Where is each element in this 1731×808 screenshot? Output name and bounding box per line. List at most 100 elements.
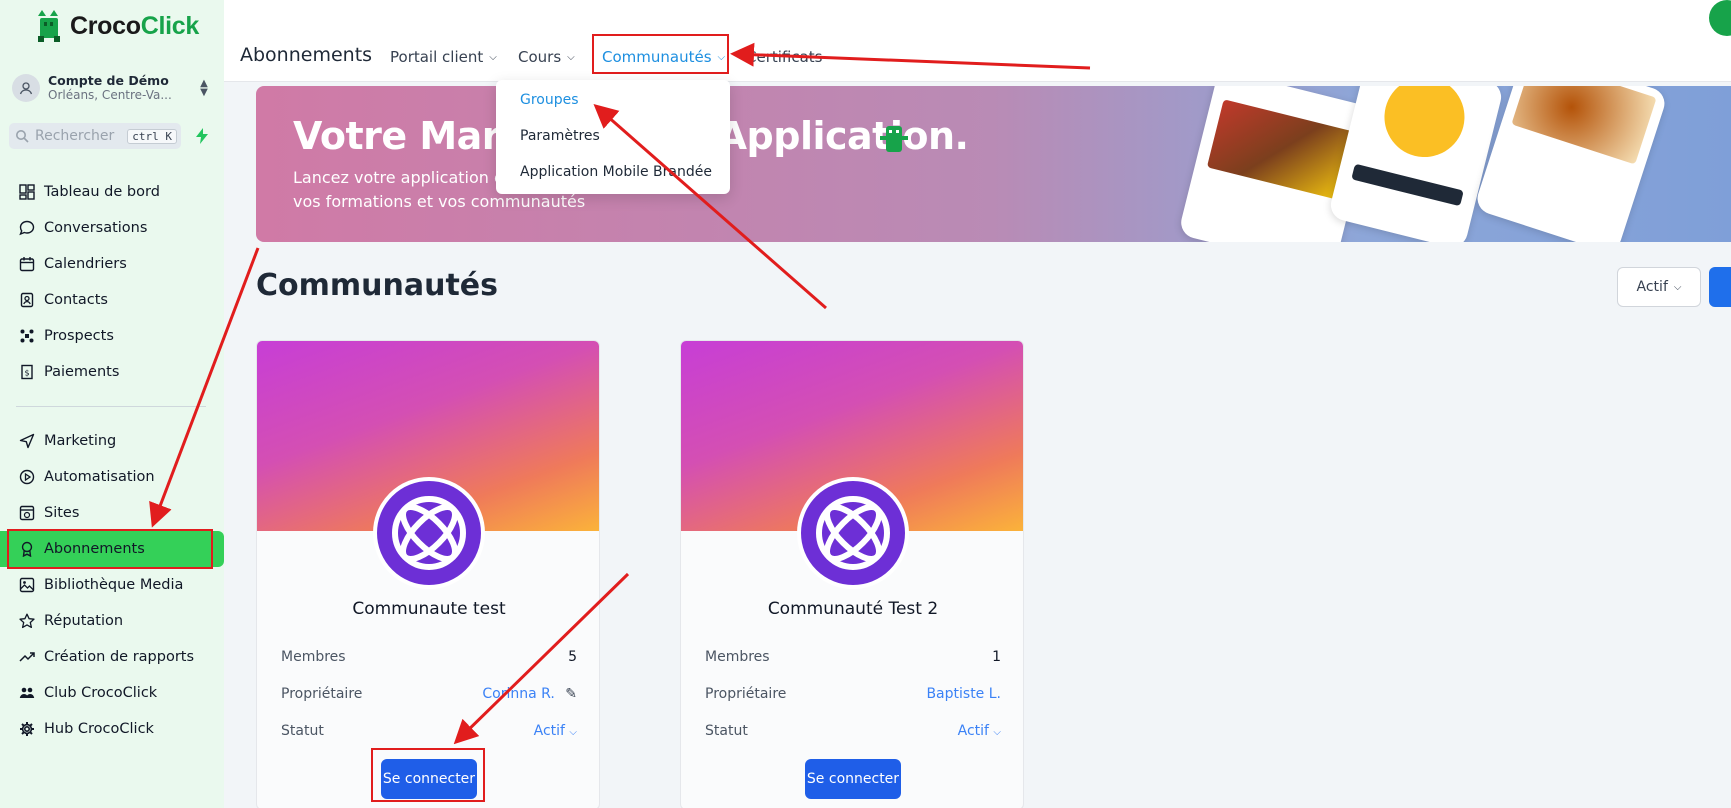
sidebar-item-label: Club CrocoClick — [44, 685, 158, 701]
sidebar-item-calendriers[interactable]: Calendriers — [0, 246, 224, 282]
sidebar-item-contacts[interactable]: Contacts — [0, 282, 224, 318]
chevron-down-icon: ⌵ — [1673, 281, 1682, 293]
contacts-icon — [18, 291, 36, 309]
sidebar-item-club-crococlick[interactable]: Club CrocoClick — [0, 675, 224, 711]
account-location: Orléans, Centre-Va... — [48, 88, 172, 102]
dropdown-item-application-mobile[interactable]: Application Mobile Brandée — [520, 164, 712, 180]
sidebar-item-marketing[interactable]: Marketing — [0, 423, 224, 459]
send-icon — [18, 432, 36, 450]
communautes-dropdown: Groupes Paramètres Application Mobile Br… — [496, 80, 730, 194]
sidebar-divider — [16, 406, 206, 407]
status-dropdown[interactable]: Actif ⌵ — [534, 723, 577, 739]
brand-logo[interactable]: CrocoClick — [36, 10, 199, 42]
mascot-icon — [880, 126, 908, 152]
tab-cours[interactable]: Cours ⌵ — [518, 48, 575, 66]
calendar-icon — [18, 255, 36, 273]
chevron-down-icon: ⌵ — [569, 727, 577, 738]
sidebar-item-label: Réputation — [44, 613, 124, 629]
sidebar-item-label: Automatisation — [44, 469, 155, 485]
sidebar-item-prospects[interactable]: Prospects — [0, 318, 224, 354]
top-nav-bar: Abonnements Portail client ⌵ Cours ⌵ Com… — [224, 0, 1731, 82]
sidebar-item-conversations[interactable]: Conversations — [0, 210, 224, 246]
chevron-down-icon: ⌵ — [489, 51, 497, 63]
members-row: Membres 5 — [281, 649, 577, 665]
promo-banner[interactable]: Votre Marque Votre Application. Lancez v… — [256, 86, 1731, 242]
chevron-down-icon: ⌵ — [993, 727, 1001, 738]
owner-link[interactable]: Baptiste L. — [926, 686, 1001, 702]
brand-part1: Croco — [70, 11, 141, 40]
account-avatar — [12, 74, 40, 102]
members-count: 1 — [992, 649, 1001, 665]
status-dropdown[interactable]: Actif ⌵ — [958, 723, 1001, 739]
sidebar-item-label: Bibliothèque Media — [44, 577, 184, 593]
status-row: Statut Actif ⌵ — [705, 723, 1001, 739]
owner-row: Propriétaire Baptiste L. — [705, 686, 1001, 702]
tab-label: Certificats — [746, 48, 823, 66]
sidebar-item-automatisation[interactable]: Automatisation — [0, 459, 224, 495]
owner-label: Propriétaire — [705, 686, 787, 702]
chat-icon — [18, 219, 36, 237]
status-label: Statut — [281, 723, 324, 739]
phone-mockup-bagels — [1473, 86, 1669, 242]
sidebar-item-paiements[interactable]: $ Paiements — [0, 354, 224, 390]
sites-icon — [18, 504, 36, 522]
search-placeholder: Rechercher — [35, 128, 115, 144]
gear-icon — [18, 720, 36, 738]
tab-label: Portail client — [390, 48, 484, 66]
status-value: Actif — [533, 723, 565, 739]
phone-button[interactable] — [1709, 0, 1731, 36]
chevron-updown-icon: ▲ ▼ — [200, 78, 208, 98]
sidebar-item-bibliotheque-media[interactable]: Bibliothèque Media — [0, 567, 224, 603]
orbit-logo-icon — [392, 496, 466, 570]
new-community-button[interactable] — [1709, 267, 1731, 307]
phone-mockup-signin — [1327, 86, 1505, 242]
payments-icon: $ — [18, 363, 36, 381]
community-logo — [373, 477, 485, 589]
status-filter-select[interactable]: Actif ⌵ — [1617, 267, 1701, 307]
trending-icon — [18, 648, 36, 666]
sidebar-item-tableau-de-bord[interactable]: Tableau de bord — [0, 174, 224, 210]
community-title: Communaute test — [352, 599, 506, 619]
sidebar-item-label: Hub CrocoClick — [44, 721, 154, 737]
sidebar-item-hub-crococlick[interactable]: Hub CrocoClick — [0, 711, 224, 747]
users-icon — [18, 684, 36, 702]
page-title: Abonnements — [240, 44, 373, 66]
sidebar-item-label: Sites — [44, 505, 80, 521]
orbit-logo-icon — [816, 496, 890, 570]
section-title: Communautés — [256, 268, 499, 303]
dropdown-item-groupes[interactable]: Groupes — [520, 92, 579, 108]
community-logo — [797, 477, 909, 589]
sidebar-item-label: Conversations — [44, 220, 148, 236]
owner-link[interactable]: Corinna R. — [482, 686, 554, 702]
lightning-icon — [196, 128, 208, 144]
tab-portail-client[interactable]: Portail client ⌵ — [390, 48, 497, 66]
search-input[interactable]: Rechercher ctrl K — [9, 123, 181, 149]
connect-button[interactable]: Se connecter — [805, 759, 901, 799]
user-icon — [19, 82, 33, 95]
sidebar-item-label: Tableau de bord — [44, 184, 160, 200]
pencil-icon[interactable]: ✎ — [565, 686, 577, 702]
search-icon — [16, 130, 29, 143]
community-title: Communauté Test 2 — [767, 599, 939, 619]
sidebar-item-reputation[interactable]: Réputation — [0, 603, 224, 639]
status-value: Actif — [957, 723, 989, 739]
sidebar-item-sites[interactable]: Sites — [0, 495, 224, 531]
automation-icon — [18, 468, 36, 486]
status-row: Statut Actif ⌵ — [281, 723, 577, 739]
sidebar-item-creation-de-rapports[interactable]: Création de rapports — [0, 639, 224, 675]
account-switcher[interactable]: Compte de Démo Orléans, Centre-Va... ▲ ▼ — [12, 68, 212, 108]
account-name: Compte de Démo — [48, 73, 169, 88]
dashboard-icon — [18, 183, 36, 201]
members-label: Membres — [281, 649, 346, 665]
owner-row: Propriétaire Corinna R. ✎ — [281, 686, 577, 702]
sidebar-item-label: Marketing — [44, 433, 117, 449]
svg-text:$: $ — [24, 369, 29, 378]
tab-label: Cours — [518, 48, 562, 66]
tab-certificats[interactable]: Certificats — [746, 48, 823, 66]
chevron-down-icon: ⌵ — [567, 51, 575, 63]
prospects-icon — [18, 327, 36, 345]
dropdown-item-parametres[interactable]: Paramètres — [520, 128, 600, 144]
community-card: Communaute test Membres 5 Propriétaire C… — [256, 340, 600, 808]
quick-actions-button[interactable] — [190, 124, 214, 148]
highlight-box-communautes — [592, 34, 729, 74]
